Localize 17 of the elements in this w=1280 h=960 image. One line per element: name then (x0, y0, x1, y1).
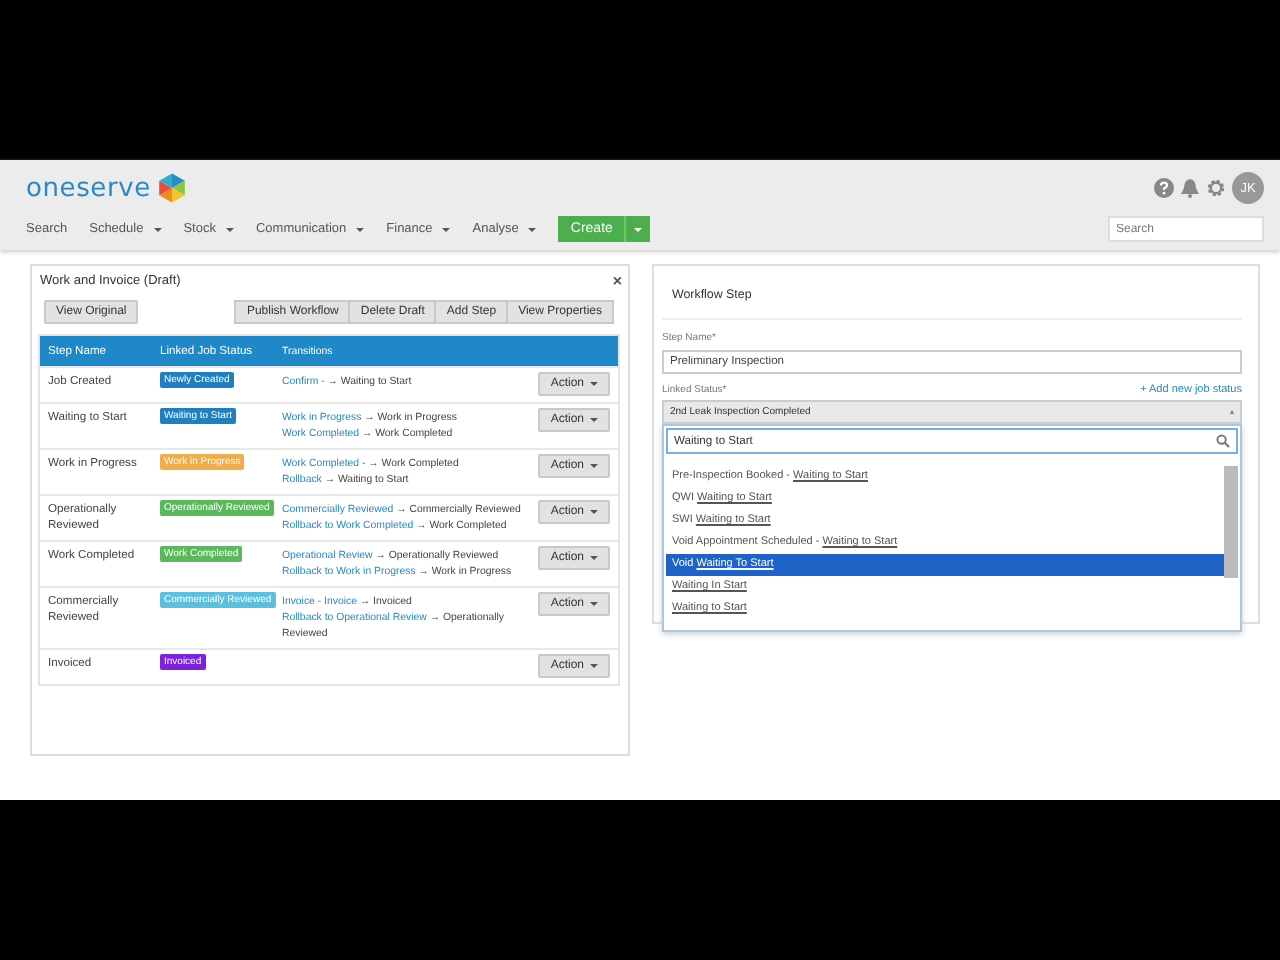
search-icon (1216, 434, 1230, 448)
caret-icon (590, 464, 598, 468)
caret-icon (590, 664, 598, 668)
scrollbar (1224, 466, 1238, 578)
help-icon[interactable] (1154, 178, 1174, 198)
caret-icon (590, 602, 598, 606)
hexagon-logo-icon (156, 172, 189, 204)
caret-icon (590, 382, 598, 386)
caret-icon (590, 510, 598, 514)
settings-icon[interactable] (1206, 178, 1226, 198)
caret-icon (590, 418, 598, 422)
caret-icon (1230, 410, 1234, 414)
bell-icon[interactable] (1180, 178, 1200, 198)
close-button[interactable]: × (612, 274, 622, 288)
caret-icon (634, 227, 643, 231)
caret-icon (590, 556, 598, 560)
logo-text: oneserve (26, 173, 151, 203)
